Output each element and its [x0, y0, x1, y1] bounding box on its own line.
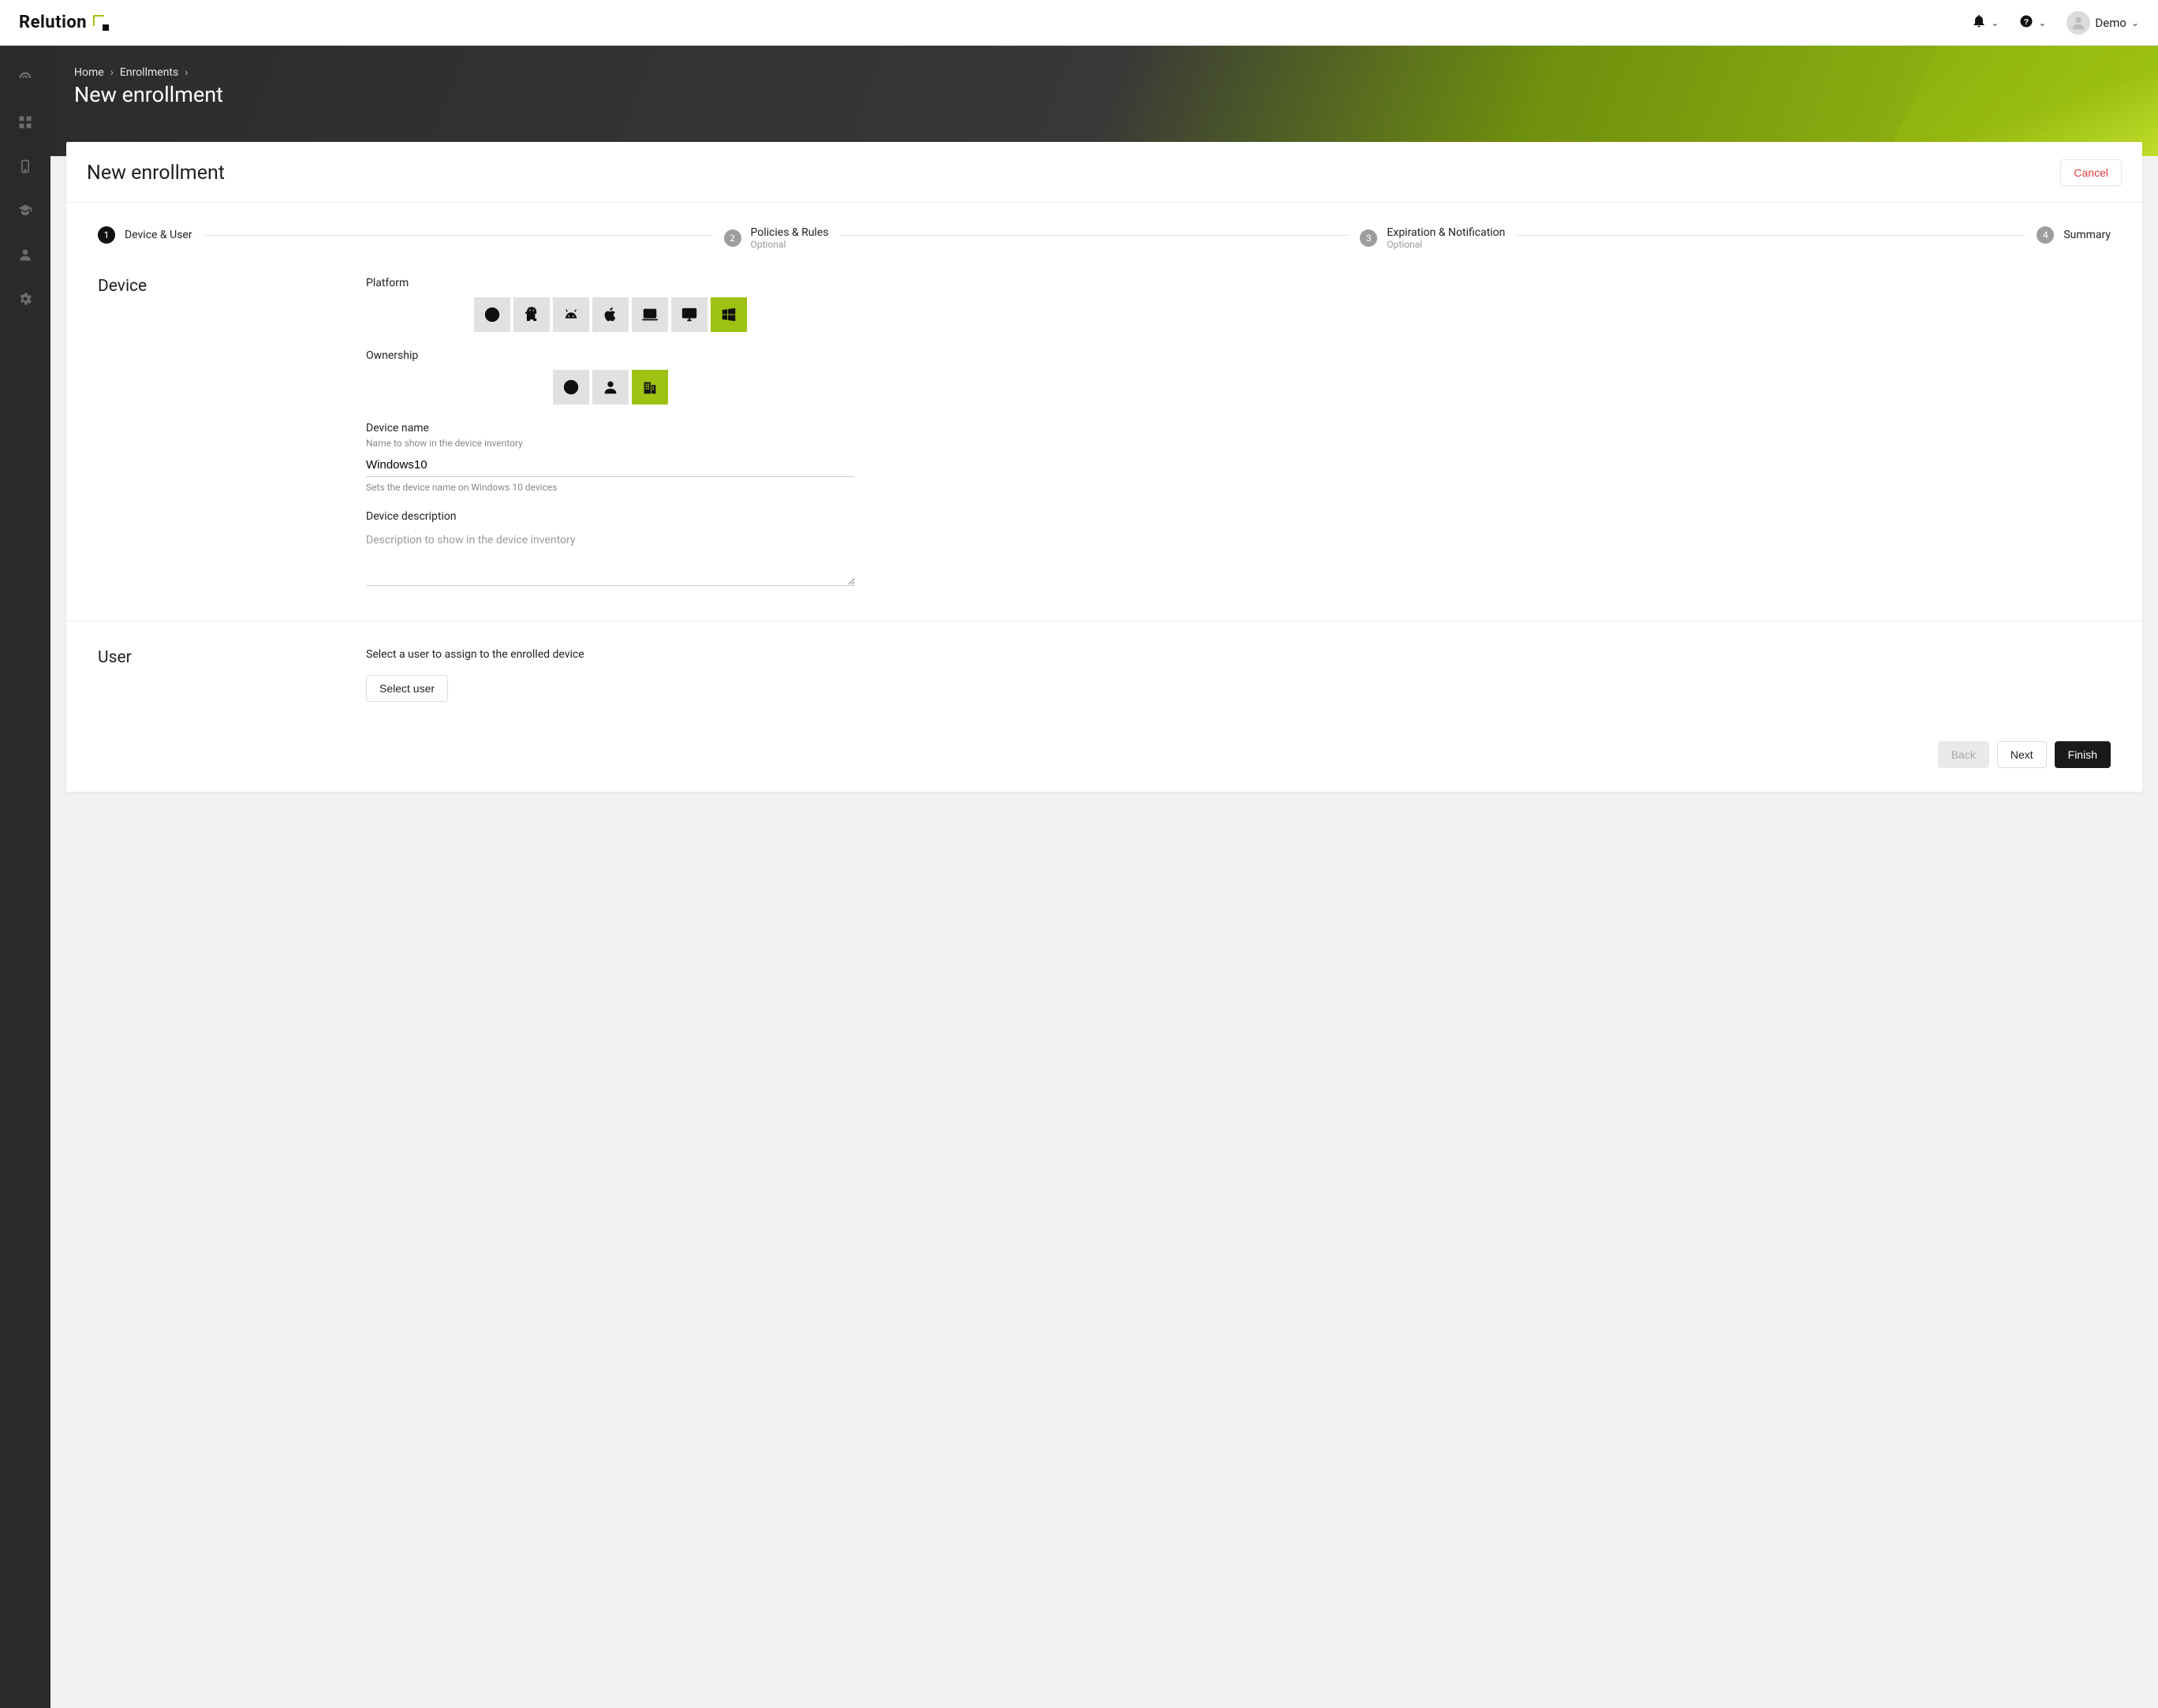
device-name-help: Sets the device name on Windows 10 devic…: [366, 482, 855, 493]
back-button: Back: [1938, 741, 1989, 768]
brand-logo-icon: [93, 15, 109, 31]
step-separator: [1516, 235, 2025, 236]
breadcrumb-home[interactable]: Home: [74, 66, 104, 79]
step-separator: [840, 235, 1350, 236]
wizard-footer: Back Next Finish: [66, 702, 2142, 768]
brand[interactable]: Relution: [19, 13, 109, 32]
android-enterprise-icon: [562, 306, 580, 323]
card-title: New enrollment: [87, 162, 225, 185]
bell-icon: [1972, 14, 1986, 32]
step-summary[interactable]: 4 Summary: [2037, 226, 2111, 244]
wizard-card: New enrollment Cancel 1 Device & User 2 …: [66, 142, 2142, 792]
platform-desktop[interactable]: [671, 297, 708, 332]
platform-android-enterprise[interactable]: [553, 297, 589, 332]
brand-name: Relution: [19, 13, 87, 32]
page-hero: Home › Enrollments › New enrollment: [50, 46, 2158, 156]
stepper: 1 Device & User 2 Policies & Rules Optio…: [66, 203, 2142, 266]
step-sublabel: Optional: [1387, 239, 1505, 250]
apple-icon: [602, 306, 619, 323]
topbar-right: ⌄ ? ⌄ Demo ⌄: [1972, 11, 2139, 35]
nav-settings[interactable]: [13, 287, 37, 311]
platform-laptop[interactable]: [632, 297, 668, 332]
nav-education[interactable]: [13, 199, 37, 222]
step-expiration-notification[interactable]: 3 Expiration & Notification Optional: [1360, 226, 1505, 250]
device-name-input[interactable]: [366, 453, 855, 477]
device-description-label: Device description: [366, 510, 855, 523]
step-device-user[interactable]: 1 Device & User: [98, 226, 192, 244]
step-number: 3: [1360, 229, 1377, 247]
platform-apple[interactable]: [592, 297, 629, 332]
finish-button[interactable]: Finish: [2055, 741, 2111, 768]
step-policies-rules[interactable]: 2 Policies & Rules Optional: [724, 226, 829, 250]
android-icon: [523, 306, 540, 323]
ownership-personal[interactable]: [592, 370, 629, 405]
user-name: Demo: [2095, 16, 2126, 30]
chevron-down-icon: ⌄: [2131, 17, 2139, 28]
breadcrumb-enrollments[interactable]: Enrollments: [120, 66, 178, 79]
question-icon: [483, 306, 501, 323]
chevron-right-icon: ›: [185, 66, 188, 79]
ownership-corporate[interactable]: [632, 370, 668, 405]
step-label: Summary: [2063, 229, 2111, 241]
step-separator: [203, 235, 713, 236]
question-icon: [562, 379, 580, 396]
ownership-label: Ownership: [366, 349, 855, 362]
step-number: 1: [98, 226, 115, 244]
device-name-label: Device name: [366, 422, 855, 434]
platform-windows[interactable]: [711, 297, 747, 332]
building-icon: [641, 379, 659, 396]
step-label: Device & User: [125, 229, 192, 241]
desktop-icon: [681, 306, 698, 323]
topbar: Relution ⌄ ? ⌄ Demo ⌄: [0, 0, 2158, 46]
page-title: New enrollment: [74, 82, 2158, 107]
svg-text:?: ?: [2024, 17, 2029, 26]
nav-devices[interactable]: [13, 155, 37, 178]
step-label: Policies & Rules: [751, 226, 829, 239]
device-description-input[interactable]: [366, 531, 855, 586]
chevron-down-icon: ⌄: [2038, 17, 2046, 28]
section-title-device: Device: [98, 277, 334, 589]
section-title-user: User: [98, 648, 334, 702]
platform-label: Platform: [366, 277, 855, 289]
nav-dashboard[interactable]: [13, 66, 37, 90]
select-user-button[interactable]: Select user: [366, 675, 448, 702]
ownership-unknown[interactable]: [553, 370, 589, 405]
step-label: Expiration & Notification: [1387, 226, 1505, 239]
user-hint: Select a user to assign to the enrolled …: [366, 648, 855, 661]
help-icon: ?: [2019, 14, 2033, 32]
windows-icon: [720, 306, 737, 323]
chevron-down-icon: ⌄: [1991, 17, 1999, 28]
sidenav: [0, 46, 50, 1708]
platform-android[interactable]: [513, 297, 550, 332]
laptop-icon: [641, 306, 659, 323]
cancel-button[interactable]: Cancel: [2060, 159, 2122, 186]
avatar-icon: [2067, 11, 2090, 35]
step-number: 4: [2037, 226, 2054, 244]
nav-users[interactable]: [13, 243, 37, 267]
chevron-right-icon: ›: [110, 66, 114, 79]
ownership-toggle-group: [366, 370, 855, 405]
device-name-sublabel: Name to show in the device inventory: [366, 438, 855, 449]
person-icon: [602, 379, 619, 396]
user-menu[interactable]: Demo ⌄: [2067, 11, 2139, 35]
step-number: 2: [724, 229, 741, 247]
platform-toggle-group: [366, 297, 855, 332]
next-button[interactable]: Next: [1997, 741, 2047, 768]
nav-apps[interactable]: [13, 110, 37, 134]
platform-unknown[interactable]: [474, 297, 510, 332]
step-sublabel: Optional: [751, 239, 829, 250]
help-menu[interactable]: ? ⌄: [2019, 14, 2046, 32]
notifications-menu[interactable]: ⌄: [1972, 14, 1999, 32]
breadcrumb: Home › Enrollments ›: [74, 66, 2158, 79]
